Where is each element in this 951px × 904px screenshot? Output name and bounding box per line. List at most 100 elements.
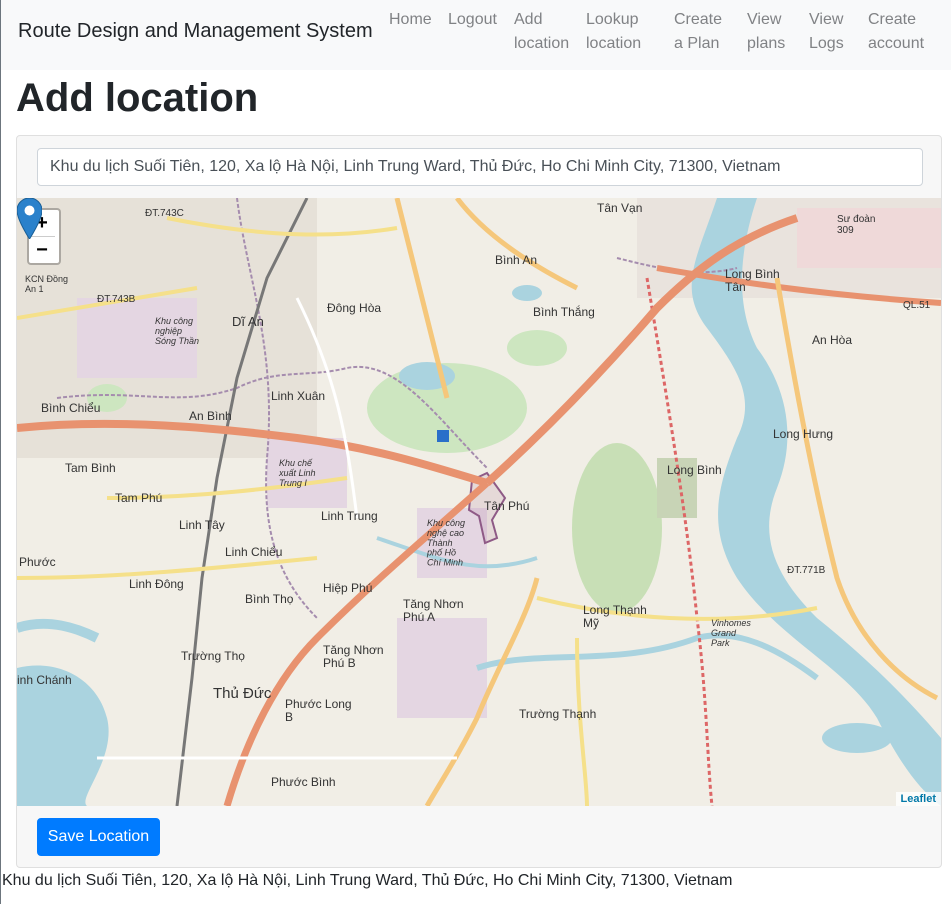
svg-text:Tam Phú: Tam Phú xyxy=(115,491,162,505)
map-label-phuoc-long-b: Phước Long B xyxy=(285,697,352,724)
svg-text:Tân Phú: Tân Phú xyxy=(484,499,529,513)
svg-text:Đông Hòa: Đông Hòa xyxy=(327,301,381,315)
map-label-khu-che-xuat: Khu chế xuất Linh Trung I xyxy=(278,458,316,488)
svg-text:ĐT.743C: ĐT.743C xyxy=(145,208,184,219)
nav-logout[interactable]: Logout xyxy=(448,8,497,32)
window-border xyxy=(0,0,1,904)
svg-text:An Hòa: An Hòa xyxy=(812,333,852,347)
svg-text:ĐT.743B: ĐT.743B xyxy=(97,294,136,305)
map-road-dt743c: ĐT.743C xyxy=(145,208,184,219)
nav-create-account[interactable]: Create account xyxy=(868,8,924,56)
svg-text:Phước LongB: Phước Long B xyxy=(285,697,352,724)
svg-text:Khu côngnghệ caoThànhphố HồChí: Khu công nghệ cao Thành phố Hồ Chí Minh xyxy=(426,518,465,568)
save-location-button[interactable]: Save Location xyxy=(37,818,160,856)
svg-text:Long Bình: Long Bình xyxy=(667,463,722,477)
map-label-linh-tay: Linh Tây xyxy=(179,518,225,532)
svg-text:Phước Bình: Phước Bình xyxy=(271,775,336,789)
nav-home[interactable]: Home xyxy=(389,8,432,32)
map-road-dt743b: ĐT.743B xyxy=(97,294,136,305)
map-label-linh-chieu: Linh Chiểu xyxy=(225,545,282,559)
svg-text:Thủ Đức: Thủ Đức xyxy=(213,685,272,702)
map-label-long-binh: Long Bình xyxy=(667,463,722,477)
location-form-card: Tân Vạn Bình An Đông Hòa Dĩ An Bình Thắn… xyxy=(16,135,942,868)
map-label-binh-chieu: Bình Chiểu xyxy=(41,401,100,415)
map-label-linh-dong: Linh Đông xyxy=(129,577,184,591)
map-label-hiep-phu: Hiệp Phú xyxy=(323,581,372,595)
map-label-long-hung: Long Hưng xyxy=(773,427,833,441)
svg-text:An Bình: An Bình xyxy=(189,409,232,423)
svg-text:Tân Vạn: Tân Vạn xyxy=(597,201,642,215)
svg-text:Dĩ An: Dĩ An xyxy=(232,314,264,329)
page-title: Add location xyxy=(16,76,259,120)
nav-view-logs[interactable]: View Logs xyxy=(809,8,844,56)
map-label-truong-thanh: Trường Thạnh xyxy=(519,707,596,721)
svg-text:inh Chánh: inh Chánh xyxy=(17,673,72,687)
map-label-phuoc: Phước xyxy=(19,555,56,569)
svg-text:ĐT.771B: ĐT.771B xyxy=(787,565,826,576)
leaflet-attribution-link[interactable]: Leaflet xyxy=(895,792,941,806)
svg-text:Khu chếxuất LinhTrung I: Khu chế xuất Linh Trung I xyxy=(278,458,316,488)
svg-text:Hiệp Phú: Hiệp Phú xyxy=(323,581,372,595)
map-label-truong-tho: Trường Thọ xyxy=(181,649,245,663)
map-label-kcn-song-than: Khu công nghiệp Sóng Thần xyxy=(155,316,199,346)
map-label-su-doan: Sư đoàn 309 xyxy=(837,214,875,236)
top-navbar: Route Design and Management System Home … xyxy=(1,0,951,70)
map-label-long-binh-tan: Long Bình Tân xyxy=(725,267,780,294)
map-labels: Tân Vạn Bình An Đông Hòa Dĩ An Bình Thắn… xyxy=(17,201,931,789)
map-label-vinhomes: Vinhomes Grand Park xyxy=(711,618,751,648)
map-label-binh-tho: Bình Thọ xyxy=(245,592,294,606)
svg-text:Tăng NhơnPhú A: Tăng Nhơn Phú A xyxy=(403,597,464,624)
location-marker-icon[interactable] xyxy=(17,198,42,239)
svg-text:Bình Thắng: Bình Thắng xyxy=(533,304,595,319)
map-label-tan-phu: Tân Phú xyxy=(484,499,529,513)
map-label-linh-trung: Linh Trung xyxy=(321,509,378,523)
map-label-dong-hoa: Đông Hòa xyxy=(327,301,381,315)
poi-icon xyxy=(437,430,449,442)
svg-text:Trường Thọ: Trường Thọ xyxy=(181,649,245,663)
zoom-out-button[interactable]: − xyxy=(29,236,55,263)
map-label-thu-duc: Thủ Đức xyxy=(213,685,272,702)
map-label-tan-van: Tân Vạn xyxy=(597,201,642,215)
map-label-binh-chanh: inh Chánh xyxy=(17,673,72,687)
svg-text:Long ThạnhMỹ: Long Thạnh Mỹ xyxy=(583,603,647,630)
nav-add-location[interactable]: Add location xyxy=(514,8,569,56)
map-label-tam-binh: Tam Bình xyxy=(65,461,116,475)
map-label-tang-nhon-phu-b: Tăng Nhơn Phú B xyxy=(323,643,384,670)
map-label-tam-phu: Tam Phú xyxy=(115,491,162,505)
map-label-an-hoa: An Hòa xyxy=(812,333,852,347)
svg-text:Linh Đông: Linh Đông xyxy=(129,577,184,591)
svg-text:Tam Bình: Tam Bình xyxy=(65,461,116,475)
map-label-kcn-dong-an: KCN Đồng An 1 xyxy=(25,274,68,294)
nav-view-plans[interactable]: View plans xyxy=(747,8,785,56)
map-label-tang-nhon-phu-a: Tăng Nhơn Phú A xyxy=(403,597,464,624)
map-label-binh-thang: Bình Thắng xyxy=(533,304,595,319)
map-label-an-binh: An Bình xyxy=(189,409,232,423)
map-road-ql51: QL.51 xyxy=(903,300,931,311)
svg-text:Trường Thạnh: Trường Thạnh xyxy=(519,707,596,721)
brand-title[interactable]: Route Design and Management System xyxy=(18,20,373,43)
selected-address-text: Khu du lịch Suối Tiên, 120, Xa lộ Hà Nội… xyxy=(2,872,733,889)
nav-lookup-location[interactable]: Lookup location xyxy=(586,8,641,56)
map-label-linh-xuan: Linh Xuân xyxy=(271,389,325,403)
svg-text:Phước: Phước xyxy=(19,555,56,569)
map-road-dt771b: ĐT.771B xyxy=(787,565,826,576)
svg-text:KCN ĐồngAn 1: KCN Đồng An 1 xyxy=(25,274,68,294)
map-label-long-thanh-my: Long Thạnh Mỹ xyxy=(583,603,647,630)
svg-text:Linh Chiểu: Linh Chiểu xyxy=(225,545,282,559)
map-label-khu-cong-nghe-cao: Khu công nghệ cao Thành phố Hồ Chí Minh xyxy=(426,518,465,568)
svg-text:Khu côngnghiệpSóng Thần: Khu công nghiệp Sóng Thần xyxy=(155,316,199,346)
svg-text:Tăng NhơnPhú B: Tăng Nhơn Phú B xyxy=(323,643,384,670)
svg-text:Bình Chiểu: Bình Chiểu xyxy=(41,401,100,415)
nav-create-plan[interactable]: Create a Plan xyxy=(674,8,722,56)
svg-text:QL.51: QL.51 xyxy=(903,300,931,311)
map-view[interactable]: Tân Vạn Bình An Đông Hòa Dĩ An Bình Thắn… xyxy=(17,198,941,806)
svg-text:Sư đoàn309: Sư đoàn 309 xyxy=(837,214,875,236)
map-label-phuoc-binh: Phước Bình xyxy=(271,775,336,789)
svg-text:Linh Tây: Linh Tây xyxy=(179,518,225,532)
svg-text:Linh Trung: Linh Trung xyxy=(321,509,378,523)
map-label-di-an: Dĩ An xyxy=(232,314,264,329)
svg-text:Long Hưng: Long Hưng xyxy=(773,427,833,441)
address-search-input[interactable] xyxy=(37,148,923,186)
svg-text:Long BìnhTân: Long Bình Tân xyxy=(725,267,780,294)
svg-text:VinhomesGrandPark: Vinhomes Grand Park xyxy=(711,618,751,648)
